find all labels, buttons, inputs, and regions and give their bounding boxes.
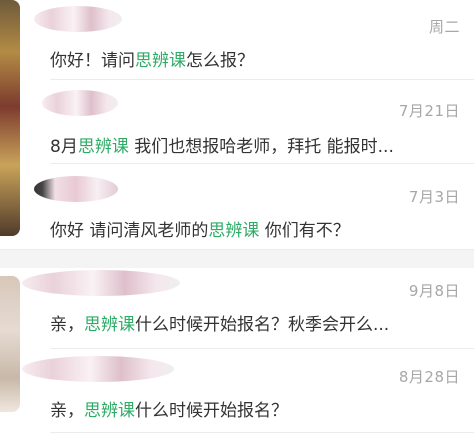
conversation-date: 7月3日 [408, 188, 460, 206]
message-keyword: 思辨课 [135, 51, 186, 71]
message-preview: 亲，思辨课什么时候开始报名？ [50, 396, 460, 421]
contact-name-redacted [34, 6, 122, 32]
message-keyword: 思辨课 [84, 401, 135, 421]
divider [50, 348, 474, 349]
contact-name-redacted [22, 270, 180, 296]
message-preview: 亲，思辨课什么时候开始报名？秋季会开么... [50, 310, 460, 335]
conversation-date: 9月8日 [408, 282, 460, 300]
conversation-list: 周二 你好！请问思辨课怎么报？ 7月21日 8月思辨课 我们也想报哈老师，拜托 … [0, 0, 474, 434]
message-preview: 8月思辨课 我们也想报哈老师，拜托 能报时... [50, 132, 460, 157]
conversation-date: 8月28日 [398, 368, 460, 386]
message-text: 亲， [50, 315, 84, 335]
contact-name-redacted [22, 356, 174, 382]
message-preview: 你好！请问思辨课怎么报？ [50, 46, 460, 71]
message-text: 什么时候开始报名？秋季会开么... [135, 315, 390, 335]
message-keyword: 思辨课 [208, 221, 260, 241]
message-text: 怎么报？ [186, 51, 254, 71]
conversation-item[interactable]: 9月8日 亲，思辨课什么时候开始报名？秋季会开么... [0, 268, 474, 350]
section-separator [0, 250, 474, 268]
divider [50, 432, 474, 433]
message-text: 8月 [50, 137, 78, 157]
conversation-date: 7月21日 [398, 102, 460, 120]
message-text: 我们也想报哈老师，拜托 能报时... [128, 137, 394, 157]
conversation-item[interactable]: 7月21日 8月思辨课 我们也想报哈老师，拜托 能报时... [0, 80, 474, 164]
message-text: 你们有不？ [259, 221, 350, 241]
message-text: 什么时候开始报名？ [135, 401, 288, 421]
message-keyword: 思辨课 [84, 315, 135, 335]
message-text: 你好 请问清风老师的 [50, 221, 209, 241]
conversation-item[interactable]: 8月28日 亲，思辨课什么时候开始报名？ [0, 350, 474, 434]
message-text: 亲， [50, 401, 84, 421]
message-preview: 你好 请问清风老师的思辨课 你们有不？ [50, 216, 460, 241]
conversation-item[interactable]: 周二 你好！请问思辨课怎么报？ [0, 0, 474, 80]
conversation-item[interactable]: 7月3日 你好 请问清风老师的思辨课 你们有不？ [0, 164, 474, 250]
contact-name-redacted [42, 90, 118, 116]
message-keyword: 思辨课 [77, 137, 129, 157]
contact-name-redacted [34, 176, 118, 202]
message-text: 你好！请问 [50, 51, 135, 71]
conversation-date: 周二 [428, 18, 460, 36]
